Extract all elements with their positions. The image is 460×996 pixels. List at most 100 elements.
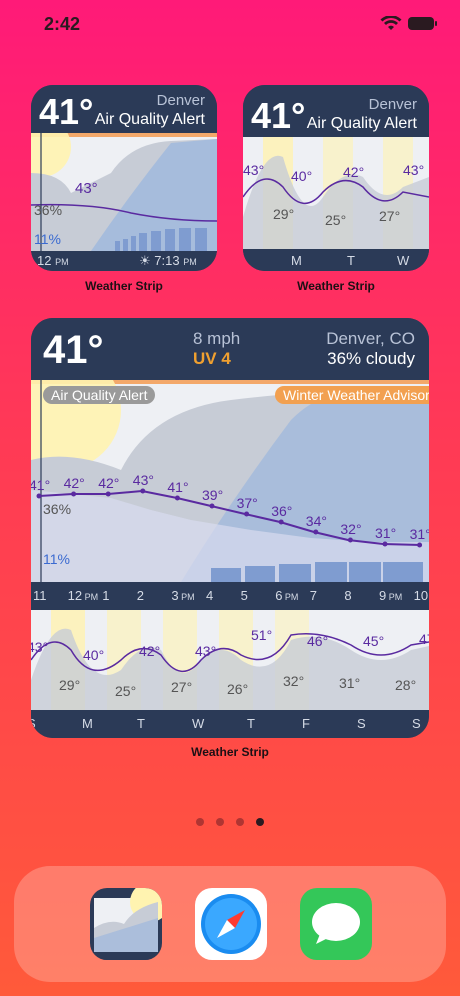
safari-app-icon[interactable] bbox=[195, 888, 267, 960]
hourly-temp-label: 41° bbox=[167, 479, 188, 495]
day-label: S bbox=[31, 716, 36, 731]
hourly-temp-point bbox=[209, 503, 215, 509]
weather-widget-large[interactable]: 41° 8 mph UV 4 Denver, CO 36% cloudy 41°… bbox=[31, 318, 429, 738]
alert-text: Air Quality Alert bbox=[94, 111, 205, 128]
daily-chart: 43° 40° 42° 43° 29° 25° 27° bbox=[243, 137, 429, 249]
time-axis: 11 12 PM 1 2 3 PM 4 5 6 PM 7 8 9 PM 10 bbox=[31, 582, 429, 610]
current-temp: 41° bbox=[39, 91, 94, 132]
day-label: T bbox=[347, 253, 355, 268]
precip-label: 11% bbox=[34, 231, 61, 247]
daily-low-0: 29° bbox=[273, 206, 294, 222]
day-label: M bbox=[291, 253, 302, 268]
hourly-temp-point bbox=[347, 537, 353, 543]
hour-label: 9 PM bbox=[379, 588, 403, 603]
hour-label: 11 bbox=[33, 588, 47, 603]
precip-label: 11% bbox=[43, 551, 70, 567]
humidity-label: 36% bbox=[43, 501, 71, 517]
hour-label: 6 PM bbox=[275, 588, 299, 603]
widget-caption: Weather Strip bbox=[85, 279, 163, 293]
hourly-temp-point bbox=[382, 541, 388, 547]
hourly-temp-point bbox=[71, 491, 77, 497]
daily-high-label: 45° bbox=[363, 633, 384, 649]
hour-label: 7 bbox=[309, 588, 318, 603]
daily-high-label: 40° bbox=[83, 647, 104, 663]
hour-label: 4 bbox=[206, 588, 214, 603]
hour-label: 5 bbox=[240, 588, 248, 603]
messages-app-icon[interactable] bbox=[300, 888, 372, 960]
weather-strip-app-icon[interactable] bbox=[90, 888, 162, 960]
day-label: S bbox=[412, 716, 421, 731]
hourly-temp-label: 37° bbox=[237, 495, 258, 511]
status-time: 2:42 bbox=[44, 14, 81, 34]
wifi-icon bbox=[380, 16, 402, 30]
widget-header: 41° Denver Air Quality Alert bbox=[243, 85, 429, 137]
daily-high-label: 42° bbox=[139, 643, 160, 659]
hourly-temp-label: 43° bbox=[133, 472, 154, 488]
daily-low-label: 25° bbox=[115, 683, 136, 699]
city-name: Denver, CO bbox=[326, 329, 415, 348]
time-axis: 12 PM ☀ 7:13 PM bbox=[31, 251, 217, 271]
status-bar: 2:42 bbox=[0, 0, 460, 50]
day-label: T bbox=[137, 716, 145, 731]
weather-widget-small-daily[interactable]: 41° Denver Air Quality Alert 43° 40° 42°… bbox=[243, 85, 429, 271]
day-label: T bbox=[247, 716, 255, 731]
axis-time: 12 bbox=[37, 253, 52, 268]
compass-icon bbox=[201, 894, 261, 954]
weather-widget-small-hourly[interactable]: 41° Denver Air Quality Alert 43° 36% 11%… bbox=[31, 85, 217, 271]
hour-label: 3 PM bbox=[171, 588, 195, 603]
daily-high-label: 43° bbox=[195, 643, 216, 659]
chat-bubble-icon bbox=[312, 903, 360, 944]
conditions: 36% cloudy bbox=[327, 349, 415, 368]
hourly-temp-point bbox=[244, 511, 250, 517]
widget-header: 41° Denver Air Quality Alert bbox=[31, 85, 217, 133]
hour-label: 10 bbox=[413, 588, 429, 603]
page-dot[interactable] bbox=[216, 818, 224, 826]
daily-low-1: 25° bbox=[325, 212, 346, 228]
hourly-temp-label: 42° bbox=[98, 475, 119, 491]
hourly-temp-label: 39° bbox=[202, 487, 223, 503]
city-name: Denver bbox=[368, 96, 417, 113]
hourly-temp-label: 32° bbox=[340, 521, 361, 537]
sunset-time: 7:13 bbox=[154, 253, 180, 268]
hourly-temp-point bbox=[174, 495, 180, 501]
day-label: F bbox=[302, 716, 310, 731]
page-indicator[interactable] bbox=[196, 818, 266, 828]
widget-header: 41° 8 mph UV 4 Denver, CO 36% cloudy bbox=[31, 318, 429, 380]
city-name: Denver bbox=[156, 92, 205, 109]
hourly-temp-point bbox=[36, 493, 42, 499]
hourly-temp-point bbox=[313, 529, 319, 535]
widget-caption: Weather Strip bbox=[191, 745, 269, 759]
hourly-temp-label: 31° bbox=[410, 526, 429, 542]
daily-low-label: 29° bbox=[59, 677, 80, 693]
hourly-chart: 41° 42° 42° 43° 41° 39° 37° 36° 34° 32° 31° 31° 36%… bbox=[31, 380, 429, 582]
weather-strip-icon bbox=[90, 888, 162, 960]
daily-low-label: 27° bbox=[171, 679, 192, 695]
alert-text: Air Quality Alert bbox=[306, 115, 417, 132]
page-dot[interactable] bbox=[196, 818, 204, 826]
hourly-high-label: 43° bbox=[75, 180, 98, 197]
daily-high-label: 43° bbox=[31, 639, 48, 655]
hourly-temp-label: 42° bbox=[64, 475, 85, 491]
hourly-temp-label: 34° bbox=[306, 513, 327, 529]
hourly-temp-label: 36° bbox=[271, 503, 292, 519]
hourly-temp-point bbox=[140, 488, 146, 494]
air-quality-alert-pill[interactable]: Air Quality Alert bbox=[43, 386, 156, 404]
daily-chart: 43° 40° 42° 43° 51° 46° 45° 47 29° 25° 27° 26° 32° 31… bbox=[31, 610, 429, 710]
winter-advisory-pill[interactable]: Winter Weather Advisory bbox=[275, 386, 429, 404]
hourly-temp-point bbox=[278, 519, 284, 525]
page-dot-active[interactable] bbox=[256, 818, 264, 826]
day-label: W bbox=[192, 716, 205, 731]
daily-low-label: 32° bbox=[283, 673, 304, 689]
uv-index: UV 4 bbox=[193, 349, 231, 368]
current-temp: 41° bbox=[251, 95, 306, 136]
daily-high-2: 42° bbox=[343, 164, 364, 180]
sunset-label: ☀ 7:13 PM bbox=[139, 253, 197, 268]
hourly-temp-point bbox=[105, 491, 111, 497]
page-dot[interactable] bbox=[236, 818, 244, 826]
current-temp: 41° bbox=[43, 328, 104, 372]
hour-label: 8 bbox=[344, 588, 352, 603]
hourly-temp-label: 31° bbox=[375, 525, 396, 541]
dock bbox=[14, 866, 446, 982]
hour-label: 1 bbox=[102, 588, 110, 603]
daily-low-2: 27° bbox=[379, 208, 400, 224]
